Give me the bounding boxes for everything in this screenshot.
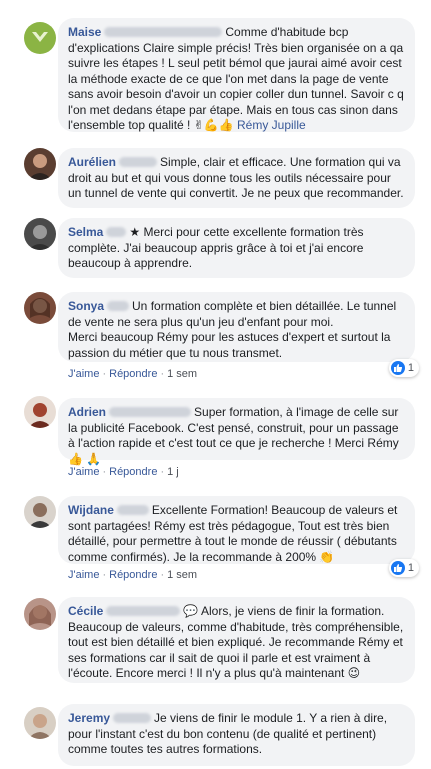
comment-bubble: Adrien Super formation, à l'image de cell…: [58, 398, 415, 466]
like-link[interactable]: J'aime: [68, 368, 99, 380]
commenter-name[interactable]: Selma: [68, 225, 103, 239]
comment-bubble: Maise Comme d'habitude bcp d'explications…: [58, 18, 415, 132]
commenter-name[interactable]: Adrien: [68, 405, 106, 419]
reaction-number: 1: [407, 562, 414, 574]
comment-actions: J'aime · Répondre · 1 sem: [68, 368, 198, 380]
comment-bubble: Wijdane Excellente Formation! Beaucoup de…: [58, 496, 415, 564]
comment-bubble: Sonya Un formation complète et bien détai…: [58, 292, 415, 362]
reaction-number: 1: [407, 362, 414, 374]
mention-tag[interactable]: Rémy Jupille: [237, 118, 306, 132]
timestamp[interactable]: 1 j: [167, 466, 179, 478]
reaction-count[interactable]: 1: [388, 359, 419, 377]
comment-bubble: Jeremy Je viens de finir le module 1. Y a…: [58, 704, 415, 766]
avatar[interactable]: [24, 292, 56, 324]
commenter-name[interactable]: Maise: [68, 25, 101, 39]
avatar[interactable]: [24, 496, 56, 528]
comment-actions: J'aime · Répondre · 1 j: [68, 466, 179, 478]
blurred-surname: [106, 606, 181, 616]
comment-bubble: Cécile 💬 Alors, je viens de finir la form…: [58, 597, 415, 683]
reply-link[interactable]: Répondre: [109, 368, 157, 380]
avatar[interactable]: [24, 598, 56, 630]
commenter-name[interactable]: Cécile: [68, 604, 103, 618]
commenter-name[interactable]: Aurélien: [68, 155, 116, 169]
reaction-count[interactable]: 1: [388, 559, 419, 577]
blurred-surname: [106, 227, 127, 237]
like-reaction-icon: [390, 361, 405, 375]
blurred-surname: [113, 713, 152, 723]
comment-bubble: Aurélien Simple, clair et efficace. Une f…: [58, 148, 415, 208]
blurred-surname: [109, 407, 192, 417]
avatar[interactable]: [24, 396, 56, 428]
blurred-surname: [116, 505, 149, 515]
like-link[interactable]: J'aime: [68, 466, 99, 478]
like-reaction-icon: [390, 561, 405, 575]
comment-actions: J'aime · Répondre · 1 sem: [68, 569, 198, 581]
comment-bubble: Selma ★ Merci pour cette excellente forma…: [58, 218, 415, 278]
avatar[interactable]: [24, 218, 56, 250]
avatar[interactable]: [24, 22, 56, 54]
blurred-surname: [119, 157, 158, 167]
comment-text-2: Merci beaucoup Rémy pour les astuces d'e…: [68, 330, 391, 360]
timestamp[interactable]: 1 sem: [167, 569, 197, 581]
blurred-surname: [107, 301, 130, 311]
commenter-name[interactable]: Jeremy: [68, 711, 110, 725]
comment-emojis: ✌💪👍: [193, 118, 234, 132]
like-link[interactable]: J'aime: [68, 569, 99, 581]
blurred-surname: [104, 27, 223, 37]
reply-link[interactable]: Répondre: [109, 569, 157, 581]
comment-text: Comme d'habitude bcp d'explications Clai…: [68, 25, 404, 132]
commenter-name[interactable]: Wijdane: [68, 503, 114, 517]
avatar[interactable]: [24, 148, 56, 180]
avatar[interactable]: [24, 707, 56, 739]
reply-link[interactable]: Répondre: [109, 466, 157, 478]
commenter-name[interactable]: Sonya: [68, 299, 104, 313]
timestamp[interactable]: 1 sem: [167, 368, 197, 380]
